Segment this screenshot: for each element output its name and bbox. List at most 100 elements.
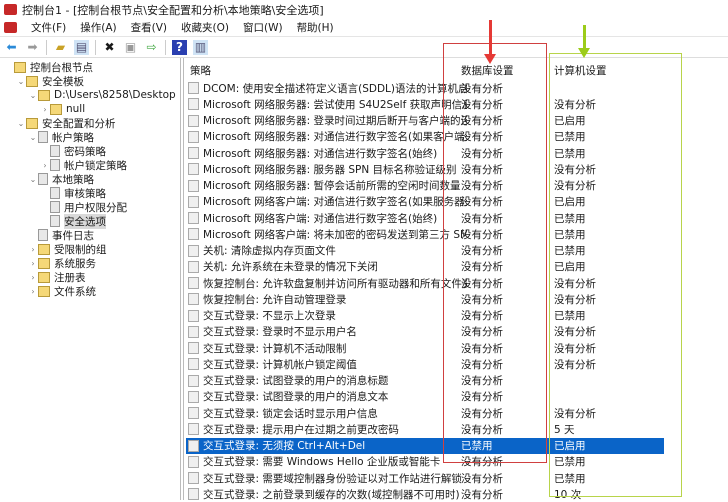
folder-icon [38, 271, 50, 283]
action-pane-icon[interactable]: ▥ [193, 39, 208, 55]
tree-node-label: 安全配置和分析 [42, 117, 116, 130]
policy-name: 恢复控制台: 允许软盘复制并访问所有驱动器和所有文件夹 [203, 277, 467, 290]
policy-name: DCOM: 使用安全描述符定义语言(SDDL)语法的计算机启动... [203, 82, 467, 95]
policy-name: 交互式登录: 无须按 Ctrl+Alt+Del [203, 440, 366, 452]
policy-name: 交互式登录: 需要 Windows Hello 企业版或智能卡 [203, 456, 441, 469]
policy-icon [50, 145, 60, 157]
tree-node-label: 审核策略 [64, 187, 106, 200]
policy-name: Microsoft 网络服务器: 对通信进行数字签名(如果客户端允许) [203, 131, 467, 144]
policy-item-icon [188, 130, 199, 143]
toolbar-separator [46, 39, 47, 55]
expander-icon[interactable]: ⌄ [28, 175, 38, 184]
tree-node[interactable]: 控制台根节点 [0, 60, 180, 74]
expander-icon[interactable]: › [28, 287, 38, 296]
show-tree-icon[interactable]: ▤ [74, 39, 89, 55]
expander-icon[interactable]: › [40, 161, 50, 170]
back-icon[interactable]: ⬅ [4, 40, 19, 55]
tree-node[interactable]: ⌄ 帐户策略 [0, 130, 180, 144]
policy-icon [50, 187, 60, 199]
policy-item-icon [188, 407, 199, 419]
tree-node[interactable]: 密码策略 [0, 144, 180, 158]
mmc-system-menu-icon[interactable] [4, 22, 17, 33]
tree-node-label: 系统服务 [54, 257, 96, 270]
policy-icon [38, 173, 48, 185]
forward-icon[interactable]: ➡ [25, 40, 40, 55]
policy-item-icon [188, 325, 199, 338]
policy-item-icon [188, 82, 199, 94]
policy-name: 交互式登录: 提示用户在过期之前更改密码 [203, 423, 399, 436]
tree-node-label: 文件系统 [54, 285, 96, 298]
menu-window[interactable]: 窗口(W) [243, 20, 283, 35]
tree-node[interactable]: › 受限制的组 [0, 242, 180, 256]
expander-icon[interactable]: ⌄ [16, 119, 26, 128]
tree-node[interactable]: 用户权限分配 [0, 200, 180, 214]
delete-icon[interactable]: ✖ [102, 40, 117, 55]
export-icon[interactable]: ⇨ [144, 40, 159, 55]
tree-node[interactable]: ⌄ D:\Users\8258\Desktop [0, 88, 180, 102]
expander-icon[interactable]: ⌄ [16, 77, 26, 86]
policy-item-icon [188, 390, 199, 403]
menu-view[interactable]: 查看(V) [131, 20, 167, 35]
tree-node-label: 安全选项 [64, 213, 106, 229]
menu-file[interactable]: 文件(F) [31, 20, 66, 35]
policy-item-icon [188, 195, 199, 208]
folder-icon [26, 117, 38, 129]
tree-node-label: 本地策略 [52, 173, 94, 186]
policy-name: 交互式登录: 计算机帐户锁定阈值 [203, 358, 357, 371]
policy-item-icon [188, 179, 199, 192]
policy-icon [50, 201, 60, 213]
tree-node[interactable]: 事件日志 [0, 228, 180, 242]
expander-icon[interactable]: › [28, 259, 38, 268]
expander-icon[interactable]: ⌄ [28, 133, 38, 142]
menu-favorites[interactable]: 收藏夹(O) [181, 20, 229, 35]
policy-item-icon [188, 147, 199, 159]
tree-node[interactable]: › 系统服务 [0, 256, 180, 270]
tree-node[interactable]: ⌄ 安全配置和分析 [0, 116, 180, 130]
policy-item-icon [188, 455, 199, 468]
tree-node[interactable]: › 注册表 [0, 270, 180, 284]
column-header-policy[interactable]: 策略 [190, 63, 211, 77]
policy-item-icon [188, 244, 199, 257]
menu-help[interactable]: 帮助(H) [297, 20, 334, 35]
green-annotation-arrow [578, 25, 590, 58]
policy-name: 交互式登录: 不显示上次登录 [203, 310, 336, 322]
folder-icon [38, 89, 50, 101]
expander-icon[interactable]: ⌄ [28, 91, 38, 100]
toolbar-separator [95, 39, 96, 55]
tree-node[interactable]: 审核策略 [0, 186, 180, 200]
tree-node-label: 密码策略 [64, 145, 106, 158]
red-annotation-box [443, 43, 547, 463]
help-icon[interactable]: ? [172, 39, 187, 55]
policy-item-icon [188, 260, 199, 273]
policy-name: 交互式登录: 试图登录的用户的消息标题 [203, 375, 389, 387]
policy-name: Microsoft 网络客户端: 将未加密的密码发送到第三方 SMB ... [203, 228, 467, 241]
title-bar: 控制台1 - [控制台根节点\安全配置和分析\本地策略\安全选项] [0, 0, 728, 19]
properties-icon[interactable]: ▣ [123, 40, 138, 55]
tree-node[interactable]: › null [0, 102, 180, 116]
policy-item-icon [188, 374, 199, 387]
folder-icon [38, 285, 50, 297]
expander-icon[interactable]: › [28, 245, 38, 254]
policy-item-icon [188, 309, 199, 322]
expander-icon[interactable]: › [40, 105, 50, 114]
tree-node-label: 安全模板 [42, 75, 84, 88]
tree-node[interactable]: ⌄ 安全模板 [0, 74, 180, 88]
toolbar-separator [165, 39, 166, 55]
menu-action[interactable]: 操作(A) [80, 20, 116, 35]
tree-node[interactable]: › 文件系统 [0, 284, 180, 298]
policy-item-icon [188, 114, 199, 127]
tree-node[interactable]: › 帐户锁定策略 [0, 158, 180, 172]
tree-node[interactable]: ⌄ 本地策略 [0, 172, 180, 186]
folder-icon [26, 75, 38, 87]
policy-item-icon [188, 228, 199, 241]
tree-node-label: 受限制的组 [54, 243, 107, 256]
up-folder-icon[interactable]: ▰ [53, 40, 68, 55]
expander-icon[interactable]: › [28, 273, 38, 282]
policy-name: Microsoft 网络客户端: 对通信进行数字签名(始终) [203, 212, 438, 225]
tree-node-label: 用户权限分配 [64, 201, 127, 214]
policy-name: 交互式登录: 试图登录的用户的消息文本 [203, 391, 389, 404]
tree-node[interactable]: 安全选项 [0, 213, 180, 229]
policy-name: 关机: 清除虚拟内存页面文件 [203, 245, 336, 257]
database-setting: 没有分析 [461, 472, 503, 485]
policy-item-icon [188, 293, 199, 306]
